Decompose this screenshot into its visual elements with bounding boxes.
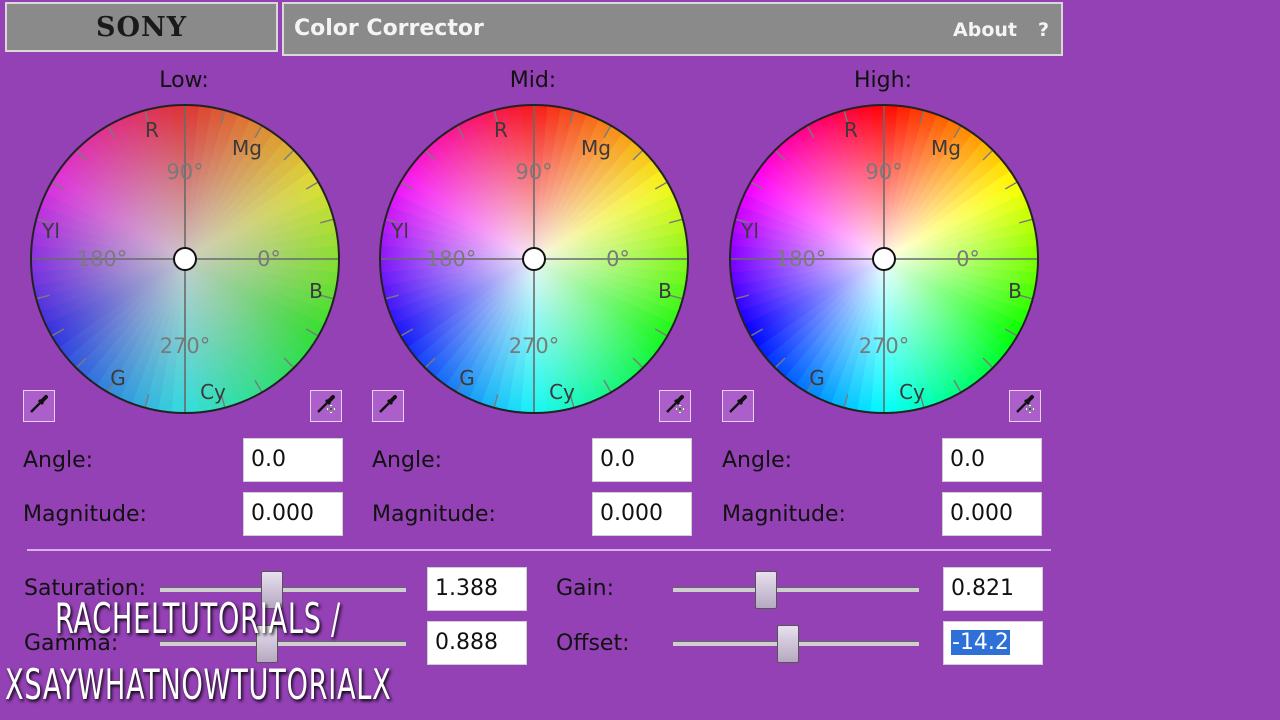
wheel-label-deg180: 180°	[776, 247, 827, 271]
high-label: High:	[854, 68, 912, 93]
offset-slider-thumb[interactable]	[777, 625, 799, 663]
mid-angle-input[interactable]: 0.0	[592, 438, 692, 482]
eyedropper-icon	[726, 392, 750, 420]
plugin-title: Color Corrector	[294, 16, 484, 41]
low-angle-label: Angle:	[23, 448, 94, 473]
wheel-label-deg270: 270°	[859, 334, 910, 358]
wheel-label-mg: Mg	[232, 136, 262, 160]
mid-wheel-handle[interactable]	[522, 247, 546, 271]
high-angle-input[interactable]: 0.0	[942, 438, 1042, 482]
wheel-label-deg180: 180°	[77, 247, 128, 271]
high-eyedropper-button[interactable]	[722, 390, 754, 422]
wheel-label-cy: Cy	[200, 380, 226, 404]
low-label: Low:	[159, 68, 209, 93]
eyedropper-icon	[376, 392, 400, 420]
saturation-track[interactable]	[160, 587, 406, 592]
wheel-label-r: R	[494, 118, 508, 142]
wheel-label-deg270: 270°	[509, 334, 560, 358]
high-eyedropper-add-button[interactable]	[1009, 390, 1041, 422]
high-color-wheel[interactable]: 90° 180° 0° 270° R Mg Yl B G Cy	[728, 103, 1040, 415]
mid-magnitude-input[interactable]: 0.000	[592, 492, 692, 536]
low-eyedropper-button[interactable]	[23, 390, 55, 422]
low-color-wheel[interactable]: 90° 180° 0° 270° R Mg Yl B G Cy	[29, 103, 341, 415]
eyedropper-add-icon	[314, 392, 338, 420]
wheel-label-mg: Mg	[931, 136, 961, 160]
high-magnitude-label: Magnitude:	[722, 502, 846, 527]
high-magnitude-input[interactable]: 0.000	[942, 492, 1042, 536]
watermark-line-1: RACHELTUTORIALS /	[55, 594, 341, 643]
wheel-label-deg90: 90°	[166, 160, 203, 184]
wheel-label-deg90: 90°	[865, 160, 902, 184]
low-magnitude-input[interactable]: 0.000	[243, 492, 343, 536]
about-link[interactable]: About	[953, 19, 1017, 41]
wheel-label-yl: Yl	[41, 219, 60, 243]
gain-slider-thumb[interactable]	[755, 571, 777, 609]
low-angle-input[interactable]: 0.0	[243, 438, 343, 482]
wheel-label-g: G	[809, 366, 825, 390]
wheel-label-deg270: 270°	[160, 334, 211, 358]
eyedropper-add-icon	[1013, 392, 1037, 420]
wheel-label-g: G	[459, 366, 475, 390]
wheel-label-mg: Mg	[581, 136, 611, 160]
high-angle-label: Angle:	[722, 448, 793, 473]
wheel-label-b: B	[658, 279, 672, 303]
wheel-label-deg90: 90°	[515, 160, 552, 184]
wheel-label-b: B	[309, 279, 323, 303]
gamma-input[interactable]: 0.888	[427, 621, 527, 665]
high-section: High: 90° 180° 0° 270° R Mg Yl B G Cy Angle: 0.0 Magn…	[713, 62, 1053, 542]
high-wheel-handle[interactable]	[872, 247, 896, 271]
wheel-label-cy: Cy	[899, 380, 925, 404]
wheel-label-deg0: 0°	[606, 247, 630, 271]
mid-magnitude-label: Magnitude:	[372, 502, 496, 527]
offset-input[interactable]: -14.2	[943, 621, 1043, 665]
low-section: Low: 90° 180° 0° 270° R Mg Yl B G Cy Angle: 0.0 Magni…	[14, 62, 354, 542]
offset-value-selected: -14.2	[951, 630, 1010, 655]
help-button[interactable]: ?	[1038, 19, 1049, 41]
mid-color-wheel[interactable]: 90° 180° 0° 270° R Mg Yl B G Cy	[378, 103, 690, 415]
low-wheel-handle[interactable]	[173, 247, 197, 271]
brand-text: SONY	[96, 11, 187, 43]
gain-track[interactable]	[673, 587, 919, 592]
wheel-label-deg0: 0°	[956, 247, 980, 271]
title-bar: Color Corrector About ?	[282, 2, 1063, 56]
header: SONY Color Corrector About ?	[5, 2, 1063, 56]
wheel-label-r: R	[145, 118, 159, 142]
gain-label: Gain:	[556, 576, 614, 601]
low-eyedropper-add-button[interactable]	[310, 390, 342, 422]
mid-eyedropper-add-button[interactable]	[659, 390, 691, 422]
mid-section: Mid: 90° 180° 0° 270° R Mg Yl B G Cy Angle: 0.0 Magni…	[363, 62, 703, 542]
mid-angle-label: Angle:	[372, 448, 443, 473]
watermark-line-2: XSAYWHATNOWTUTORIALX	[5, 660, 392, 709]
mid-label: Mid:	[509, 68, 557, 93]
saturation-input[interactable]: 1.388	[427, 567, 527, 611]
eyedropper-icon	[27, 392, 51, 420]
wheel-label-b: B	[1008, 279, 1022, 303]
wheel-label-g: G	[110, 366, 126, 390]
wheel-label-r: R	[844, 118, 858, 142]
low-magnitude-label: Magnitude:	[23, 502, 147, 527]
wheel-label-cy: Cy	[549, 380, 575, 404]
wheel-label-yl: Yl	[740, 219, 759, 243]
wheel-label-deg0: 0°	[257, 247, 281, 271]
wheel-label-yl: Yl	[390, 219, 409, 243]
eyedropper-add-icon	[663, 392, 687, 420]
gain-input[interactable]: 0.821	[943, 567, 1043, 611]
wheel-label-deg180: 180°	[426, 247, 477, 271]
sony-logo: SONY	[5, 2, 278, 52]
offset-label: Offset:	[556, 631, 630, 656]
section-divider	[27, 549, 1051, 551]
mid-eyedropper-button[interactable]	[372, 390, 404, 422]
